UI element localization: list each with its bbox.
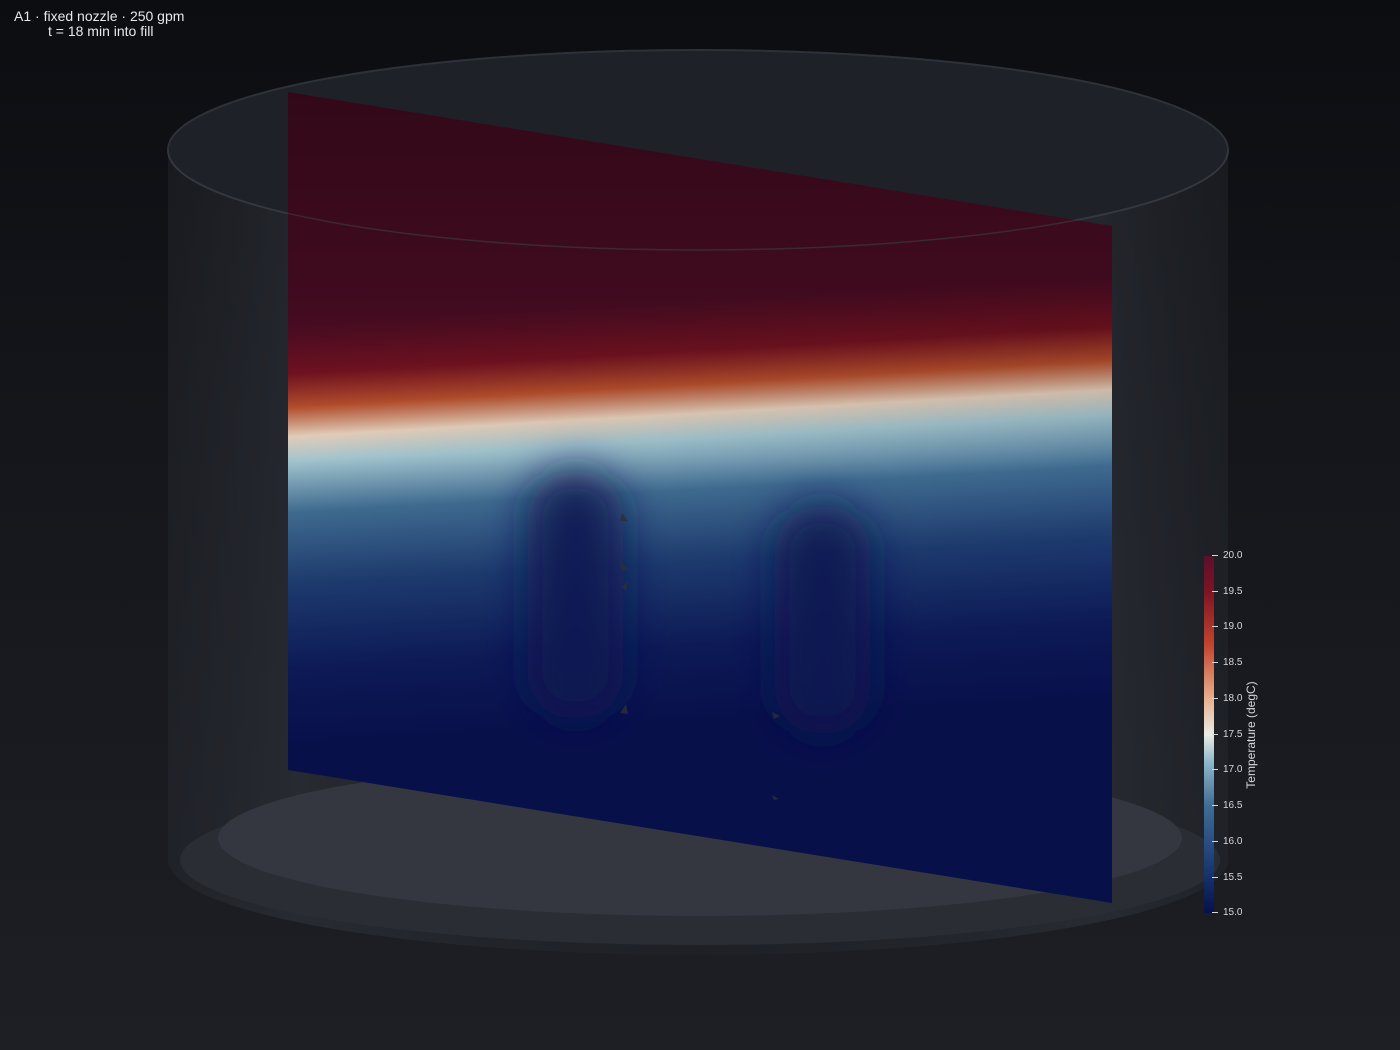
colorbar-tick: 15.0: [1212, 907, 1242, 919]
colorbar-tick: 18.0: [1212, 693, 1242, 705]
colorbar-tick: 20.0: [1212, 550, 1242, 562]
title-line-2: t = 18 min into fill: [48, 23, 154, 39]
temperature-slice-plane: [288, 92, 1112, 903]
colorbar-tick: 16.5: [1212, 800, 1242, 812]
colorbar-tick: 17.0: [1212, 764, 1242, 776]
title-line-1: A1 · fixed nozzle · 250 gpm: [14, 8, 185, 24]
colorbar-tick: 17.5: [1212, 729, 1242, 741]
inlet-plume-left: [528, 470, 623, 720]
inlet-plume-right: [775, 505, 870, 735]
render-viewport[interactable]: A1 · fixed nozzle · 250 gpm t = 18 min i…: [0, 0, 1400, 1050]
colorbar-title: Temperature (degC): [1244, 681, 1258, 789]
tank-scene[interactable]: [0, 0, 1400, 1050]
colorbar-tick: 18.5: [1212, 657, 1242, 669]
colorbar-tick: 16.0: [1212, 836, 1242, 848]
colorbar-tick: 19.0: [1212, 621, 1242, 633]
colorbar-tick: 19.5: [1212, 586, 1242, 598]
colorbar-tick: 15.5: [1212, 872, 1242, 884]
